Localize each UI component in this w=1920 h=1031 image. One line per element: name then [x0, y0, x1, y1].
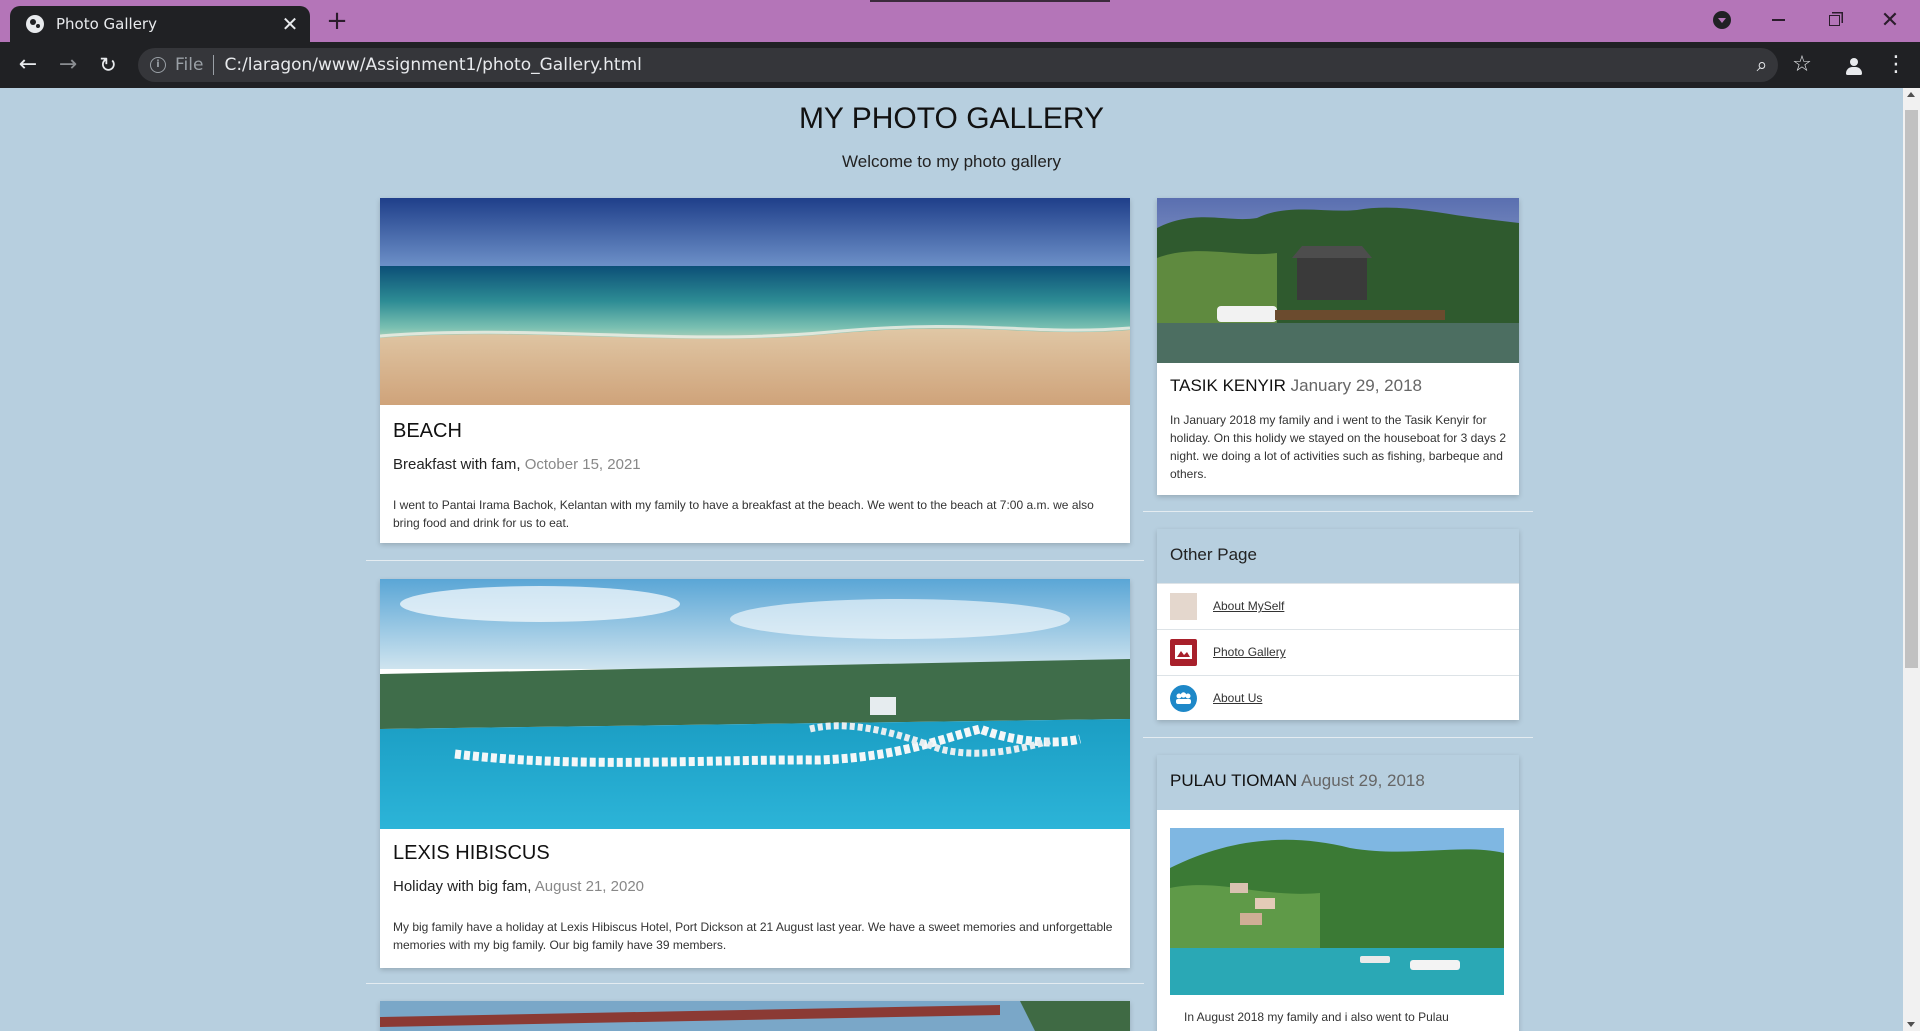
side-card-title: TASIK KENYIR January 29, 2018	[1170, 376, 1506, 396]
url-separator	[213, 55, 215, 75]
divider	[366, 560, 1144, 561]
pulau-tioman-photo	[1170, 828, 1504, 995]
restore-button[interactable]	[1814, 4, 1854, 36]
tab-strip-indicator	[870, 0, 1110, 2]
minimize-button[interactable]	[1758, 4, 1798, 36]
scroll-down-arrow-icon[interactable]	[1907, 1022, 1915, 1027]
divider	[1143, 737, 1533, 738]
side-card-title-text: PULAU TIOMAN	[1170, 771, 1298, 790]
post-subtitle-text: Breakfast with fam,	[393, 456, 521, 473]
profile-button[interactable]	[1838, 49, 1870, 81]
divider	[1143, 511, 1533, 512]
side-card-tasik-kenyir: TASIK KENYIR January 29, 2018 In January…	[1157, 198, 1519, 495]
browser-menu-icon[interactable]: ⋮	[1880, 49, 1912, 81]
page-viewport: MY PHOTO GALLERY Welcome to my photo gal…	[0, 88, 1903, 1031]
post-date: August 21, 2020	[534, 878, 645, 895]
side-card-pulau-tioman: PULAU TIOMAN August 29, 2018 In August 2…	[1157, 755, 1519, 1031]
new-tab-button[interactable]: +	[322, 8, 352, 36]
page-scrollbar[interactable]	[1903, 88, 1920, 1031]
post-text: I went to Pantai Irama Bachok, Kelantan …	[393, 498, 1094, 530]
tioman-heading-bar: PULAU TIOMAN August 29, 2018	[1157, 755, 1519, 810]
side-card-date: August 29, 2018	[1301, 771, 1425, 790]
link-row-about-us[interactable]: About Us	[1157, 675, 1519, 720]
side-card-title: PULAU TIOMAN August 29, 2018	[1170, 771, 1425, 790]
bookmark-star-icon[interactable]: ☆	[1786, 49, 1818, 81]
browser-tab[interactable]: Photo Gallery ✕	[10, 6, 310, 42]
link-about-myself[interactable]: About MySelf	[1213, 599, 1284, 613]
link-row-about-myself[interactable]: About MySelf	[1157, 583, 1519, 628]
link-photo-gallery[interactable]: Photo Gallery	[1213, 645, 1286, 659]
post-card-beach: BEACH Breakfast with fam, October 15, 20…	[380, 198, 1130, 543]
gallery-icon	[1170, 638, 1197, 666]
page-title: MY PHOTO GALLERY	[798, 102, 1105, 135]
divider	[366, 983, 1144, 984]
profile-icon	[1845, 57, 1863, 75]
kenyir-card-body: TASIK KENYIR January 29, 2018 In January…	[1170, 376, 1506, 483]
post-subtitle: Holiday with big fam, August 21, 2020	[393, 878, 1117, 895]
minimize-icon	[1771, 19, 1785, 21]
portrait-thumbnail-icon	[1170, 592, 1197, 620]
restore-icon	[1828, 14, 1840, 26]
other-page-heading: Other Page	[1157, 529, 1519, 583]
post-subtitle-text: Holiday with big fam,	[393, 878, 532, 895]
tab-strip: Photo Gallery ✕ + ✕	[0, 0, 1920, 42]
post-date: October 15, 2021	[524, 456, 641, 473]
side-card-text: In August 2018 my family and i also went…	[1184, 1010, 1449, 1024]
page-subtitle: Welcome to my photo gallery	[842, 152, 1061, 171]
close-window-button[interactable]: ✕	[1870, 4, 1910, 36]
tab-search-button[interactable]	[1702, 4, 1742, 36]
partial-photo	[380, 1001, 1130, 1031]
zoom-icon[interactable]: ⌕	[1746, 49, 1778, 81]
tab-search-icon	[1713, 11, 1731, 29]
link-row-photo-gallery[interactable]: Photo Gallery	[1157, 629, 1519, 674]
beach-card-body: BEACH Breakfast with fam, October 15, 20…	[393, 420, 1117, 532]
info-icon[interactable]: i	[150, 57, 166, 73]
back-button[interactable]: ←	[12, 49, 44, 81]
browser-toolbar: ← → ↻ i File C:/laragon/www/Assignment1/…	[0, 42, 1920, 88]
scroll-up-arrow-icon[interactable]	[1907, 92, 1915, 97]
side-card-text: In January 2018 my family and i went to …	[1170, 413, 1506, 481]
url-scheme: File	[175, 55, 204, 75]
address-bar[interactable]: i File C:/laragon/www/Assignment1/photo_…	[138, 48, 1778, 82]
scroll-thumb[interactable]	[1905, 110, 1918, 668]
other-page-card: Other Page About MySelf Photo Gallery Ab…	[1157, 529, 1519, 720]
post-text: My big family have a holiday at Lexis Hi…	[393, 920, 1113, 952]
tab-close-icon[interactable]: ✕	[280, 12, 300, 36]
tab-title: Photo Gallery	[56, 15, 157, 33]
post-title: BEACH	[393, 420, 462, 442]
post-title: LEXIS HIBISCUS	[393, 842, 550, 864]
lexis-hibiscus-photo	[380, 579, 1130, 829]
reload-button[interactable]: ↻	[92, 49, 124, 81]
group-icon	[1170, 684, 1197, 712]
link-about-us[interactable]: About Us	[1213, 691, 1262, 705]
tasik-kenyir-photo	[1157, 198, 1519, 363]
post-card-lexis-hibiscus: LEXIS HIBISCUS Holiday with big fam, Aug…	[380, 579, 1130, 968]
side-card-date: January 29, 2018	[1290, 376, 1423, 395]
lexis-card-body: LEXIS HIBISCUS Holiday with big fam, Aug…	[393, 842, 1117, 954]
globe-icon	[26, 15, 44, 33]
url-text[interactable]: C:/laragon/www/Assignment1/photo_Gallery…	[224, 55, 641, 75]
side-card-title-text: TASIK KENYIR	[1170, 376, 1286, 395]
beach-photo	[380, 198, 1130, 405]
post-card-partial	[380, 1001, 1130, 1031]
forward-button[interactable]: →	[52, 49, 84, 81]
post-subtitle: Breakfast with fam, October 15, 2021	[393, 456, 1117, 473]
